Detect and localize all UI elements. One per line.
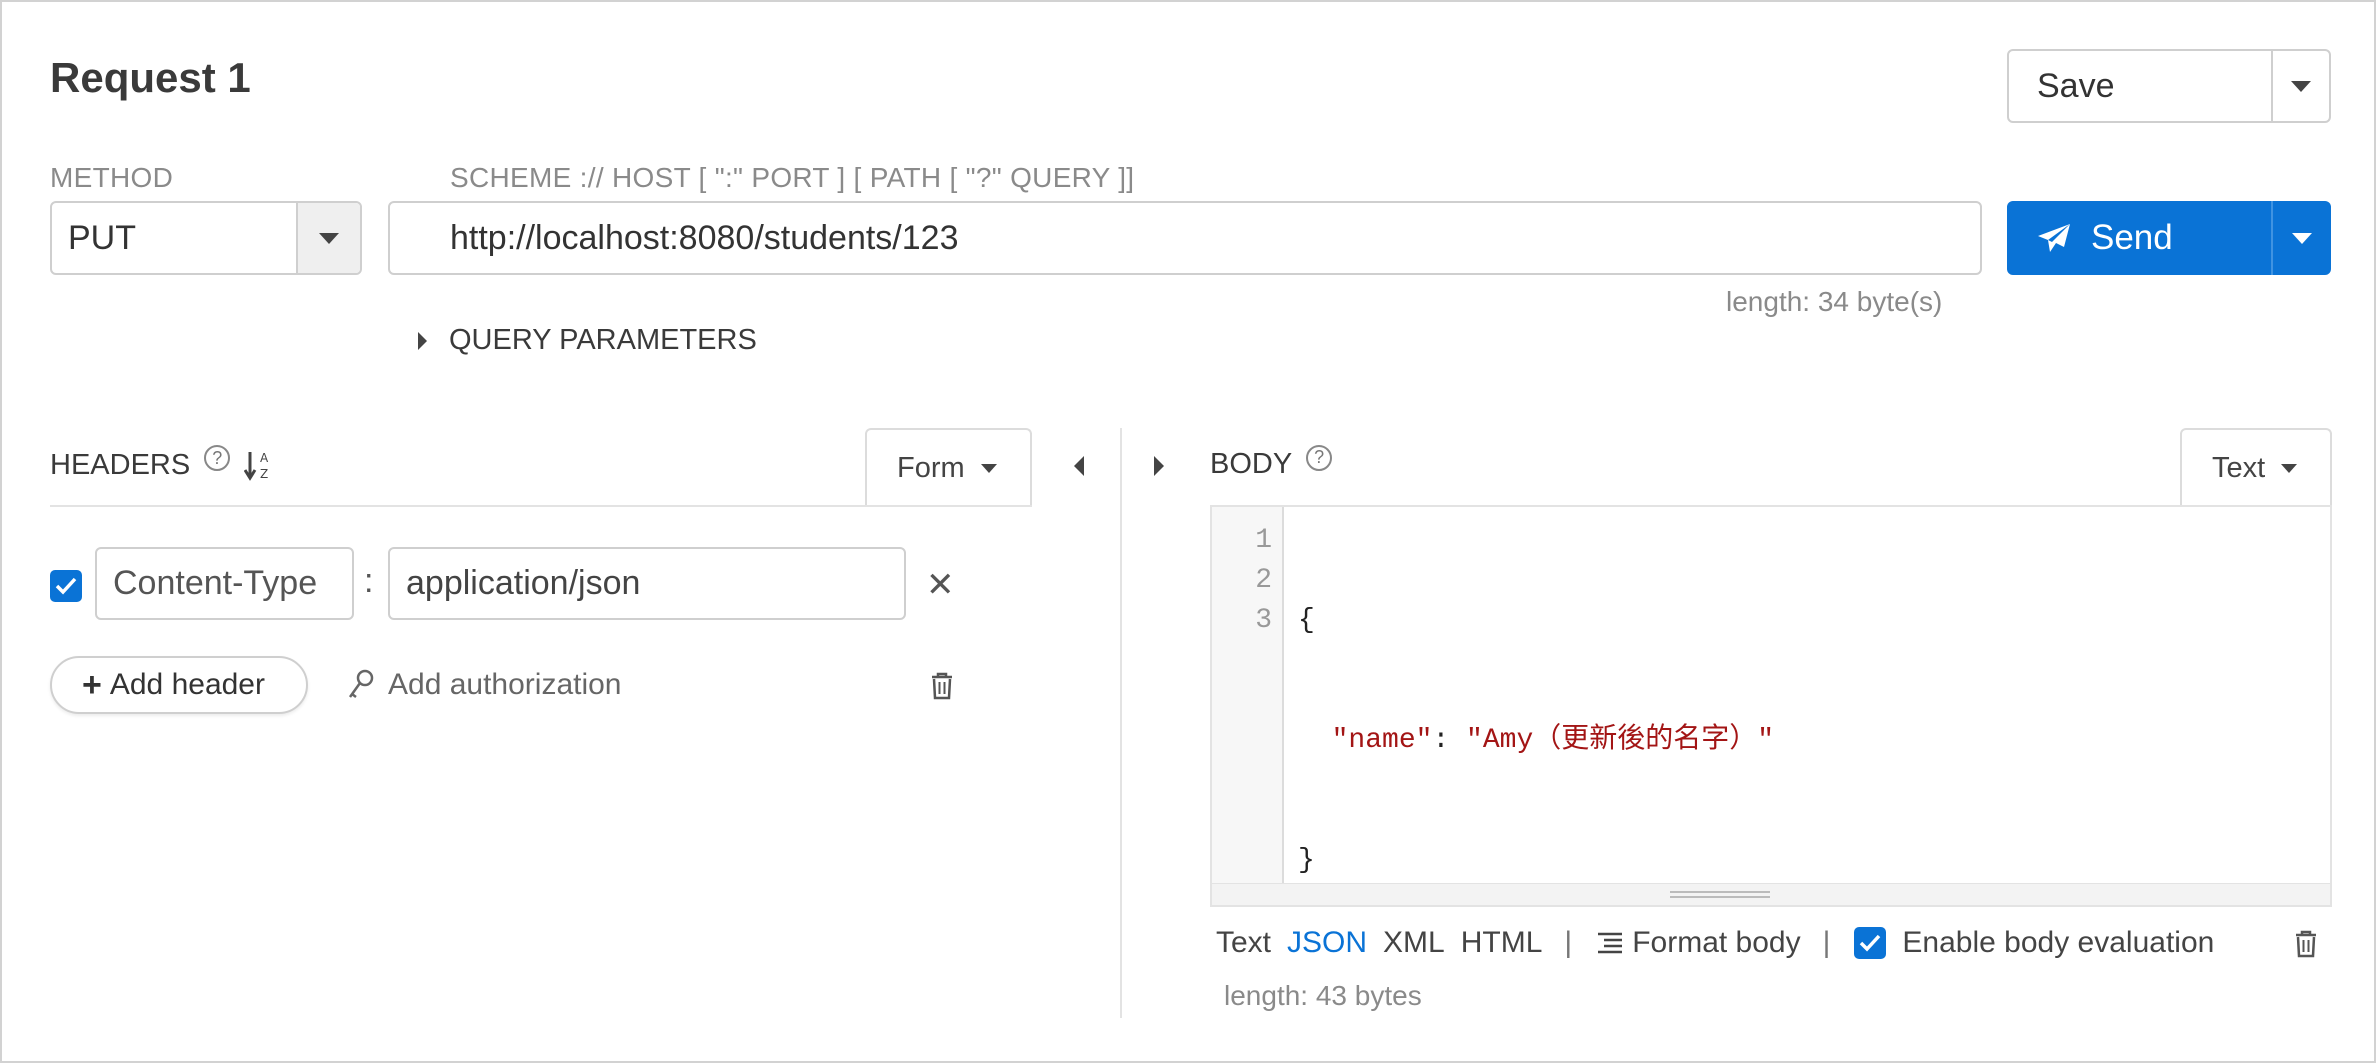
check-icon bbox=[55, 577, 77, 595]
add-authorization-link[interactable]: Add authorization bbox=[346, 668, 622, 702]
format-option-html[interactable]: HTML bbox=[1461, 926, 1543, 960]
method-value[interactable]: PUT bbox=[52, 203, 296, 273]
format-option-text[interactable]: Text bbox=[1216, 926, 1271, 960]
chevron-right-icon bbox=[1154, 456, 1164, 476]
request-panel: Request 1 Save METHOD SCHEME :// HOST [ … bbox=[0, 0, 2376, 1063]
body-toolbar: Text JSON XML HTML | Format body | Enabl… bbox=[1216, 926, 2214, 960]
request-title: Request 1 bbox=[50, 54, 251, 101]
body-mode-dropdown[interactable]: Text bbox=[2180, 428, 2332, 506]
chevron-down-icon bbox=[2291, 80, 2311, 92]
url-format-label: SCHEME :// HOST [ ":" PORT ] [ PATH [ "?… bbox=[450, 162, 1135, 193]
headers-section-title: HEADERS ? A Z bbox=[50, 445, 274, 482]
chevron-right-icon bbox=[418, 331, 427, 350]
chevron-down-icon bbox=[2281, 463, 2298, 473]
add-header-button[interactable]: + Add header bbox=[50, 656, 308, 714]
send-label: Send bbox=[2091, 218, 2173, 257]
sort-alpha-icon[interactable]: A Z bbox=[244, 448, 274, 482]
body-mode-label: Text bbox=[2212, 451, 2266, 484]
body-label: BODY bbox=[1210, 448, 1293, 480]
toolbar-separator: | bbox=[1564, 926, 1573, 959]
trash-icon[interactable] bbox=[930, 672, 954, 705]
add-authorization-label: Add authorization bbox=[388, 668, 622, 701]
line-number: 3 bbox=[1255, 605, 1272, 636]
send-button-group: Send bbox=[2007, 201, 2331, 275]
trash-icon[interactable] bbox=[2294, 930, 2318, 963]
headers-mode-dropdown[interactable]: Form bbox=[865, 428, 1032, 506]
method-select[interactable]: PUT bbox=[50, 201, 362, 275]
format-option-json[interactable]: JSON bbox=[1287, 926, 1367, 960]
collapse-right-button[interactable] bbox=[1154, 456, 1164, 476]
help-icon[interactable]: ? bbox=[204, 445, 231, 471]
help-icon[interactable]: ? bbox=[1306, 444, 1333, 471]
check-icon bbox=[1860, 934, 1881, 952]
json-string-value: "Amy（更新後的名字）" bbox=[1466, 725, 1775, 756]
chevron-down-icon bbox=[980, 463, 997, 473]
toolbar-separator: | bbox=[1822, 926, 1831, 959]
line-number: 2 bbox=[1255, 565, 1272, 596]
send-button[interactable]: Send bbox=[2007, 201, 2271, 275]
header-name-input[interactable] bbox=[95, 547, 354, 620]
query-parameters-toggle[interactable]: QUERY PARAMETERS bbox=[418, 324, 757, 357]
line-number-gutter: 1 2 3 bbox=[1212, 507, 1284, 885]
body-section-title: BODY ? bbox=[1210, 444, 1333, 481]
url-length: length: 34 byte(s) bbox=[1726, 286, 1943, 317]
query-parameters-label: QUERY PARAMETERS bbox=[449, 324, 757, 356]
json-key: "name" bbox=[1331, 725, 1433, 756]
save-button-group: Save bbox=[2007, 49, 2331, 123]
enable-body-evaluation-label: Enable body evaluation bbox=[1902, 926, 2215, 959]
align-lines-icon bbox=[1596, 930, 1624, 956]
divider bbox=[50, 505, 1032, 507]
send-options-button[interactable] bbox=[2271, 201, 2331, 275]
enable-body-evaluation-checkbox[interactable] bbox=[1854, 927, 1887, 959]
chevron-down-icon bbox=[319, 232, 339, 244]
panel-divider[interactable] bbox=[1120, 428, 1122, 1018]
method-label: METHOD bbox=[50, 162, 174, 193]
body-editor[interactable]: 1 2 3 { "name": "Amy（更新後的名字）" } bbox=[1210, 505, 2332, 907]
editor-resize-handle[interactable] bbox=[1212, 883, 2330, 905]
code-line: "name": "Amy（更新後的名字）" bbox=[1298, 721, 1774, 761]
method-dropdown-button[interactable] bbox=[296, 203, 360, 273]
body-length: length: 43 bytes bbox=[1224, 980, 1422, 1011]
key-icon bbox=[348, 669, 374, 698]
save-options-button[interactable] bbox=[2271, 51, 2329, 121]
header-enabled-checkbox[interactable] bbox=[50, 570, 82, 602]
headers-mode-label: Form bbox=[897, 451, 965, 484]
close-icon[interactable]: ✕ bbox=[926, 568, 955, 602]
json-colon: : bbox=[1432, 725, 1467, 756]
code-line: { bbox=[1298, 605, 1315, 636]
header-value-input[interactable] bbox=[388, 547, 906, 620]
svg-text:A: A bbox=[260, 451, 269, 465]
svg-text:Z: Z bbox=[260, 467, 268, 481]
line-number: 1 bbox=[1255, 525, 1272, 556]
format-option-xml[interactable]: XML bbox=[1383, 926, 1445, 960]
chevron-down-icon bbox=[2292, 232, 2312, 244]
plus-icon: + bbox=[82, 665, 102, 704]
collapse-left-button[interactable] bbox=[1074, 456, 1084, 476]
headers-label: HEADERS bbox=[50, 448, 191, 481]
add-header-label: Add header bbox=[109, 668, 265, 701]
chevron-left-icon bbox=[1074, 456, 1084, 476]
save-button[interactable]: Save bbox=[2009, 51, 2271, 121]
format-body-label: Format body bbox=[1632, 926, 1801, 959]
url-input[interactable] bbox=[388, 201, 1982, 275]
format-body-button[interactable]: Format body bbox=[1596, 926, 1801, 960]
code-line: } bbox=[1298, 845, 1315, 876]
paper-plane-icon bbox=[2038, 224, 2070, 252]
header-separator: : bbox=[364, 562, 374, 600]
